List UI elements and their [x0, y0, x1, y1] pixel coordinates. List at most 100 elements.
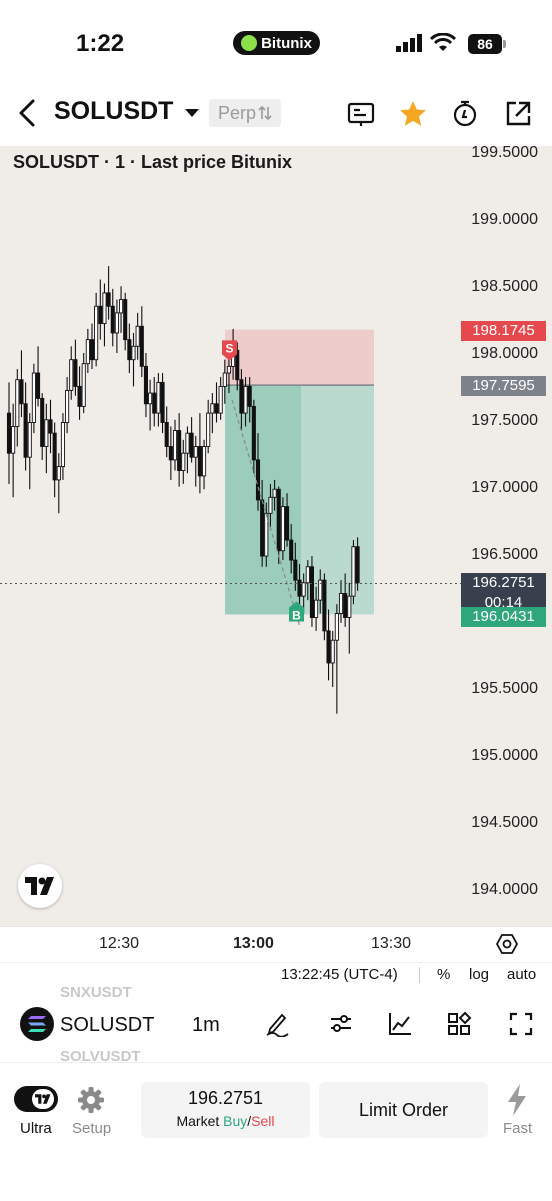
buy-text: Buy	[223, 1113, 248, 1129]
entry-price-label[interactable]: 197.7595	[461, 376, 546, 396]
price-tick: 195.5000	[471, 680, 538, 697]
fullscreen-icon[interactable]	[508, 1011, 534, 1037]
candle-body	[40, 397, 45, 447]
interval-selector[interactable]: 1m	[192, 1014, 220, 1037]
cell-signal-icon	[396, 34, 422, 52]
candle-body	[193, 446, 198, 458]
battery-indicator: 86	[468, 34, 502, 54]
candle-body	[94, 305, 99, 361]
log-toggle[interactable]: log	[469, 966, 489, 983]
candle-body	[264, 512, 269, 557]
candle-body	[23, 403, 28, 458]
symbol-title[interactable]: SOLUSDT	[54, 97, 173, 126]
time-tick: 13:00	[233, 935, 274, 952]
price-tick: 194.0000	[471, 881, 538, 898]
candlestick-plot[interactable]: SB	[0, 146, 552, 926]
candle-body	[239, 379, 244, 414]
drawing-pen-icon[interactable]	[264, 1011, 290, 1037]
candle-body	[206, 412, 211, 447]
price-tick: 196.5000	[471, 546, 538, 563]
take-profit-price-label[interactable]: 196.0431	[461, 607, 546, 627]
candle-body	[19, 379, 24, 405]
candle-body	[148, 392, 153, 405]
chart-legend: SOLUSDT · 1 · Last price Bitunix	[13, 152, 293, 172]
candle-body	[222, 372, 227, 387]
solana-logo-icon	[20, 1007, 54, 1041]
tradingview-toggle-icon[interactable]	[32, 1089, 54, 1109]
candle-body	[289, 539, 294, 561]
gear-icon[interactable]	[77, 1086, 105, 1114]
percent-toggle[interactable]: %	[437, 966, 450, 983]
market-buy-sell-button[interactable]: 196.2751 Market Buy/Sell	[141, 1082, 310, 1138]
candle-body	[110, 305, 115, 334]
limit-order-button[interactable]: Limit Order	[319, 1082, 488, 1138]
candle-body	[177, 430, 182, 472]
candle-body	[185, 432, 190, 454]
contract-type-toggle[interactable]: Perp	[209, 99, 281, 127]
wifi-icon	[430, 33, 456, 51]
candle-body	[189, 432, 194, 458]
candle-body	[226, 365, 232, 374]
candle-body	[56, 466, 61, 481]
candle-body	[330, 639, 335, 664]
lightning-icon[interactable]	[505, 1084, 529, 1116]
candle-body	[106, 292, 111, 307]
toolbar-symbol[interactable]: SOLUSDT	[60, 1014, 154, 1037]
candle-body	[285, 506, 290, 541]
timer-icon[interactable]	[450, 99, 480, 129]
stop-loss-price-label[interactable]: 198.1745	[461, 321, 546, 341]
battery-tip	[503, 40, 506, 48]
setup-label: Setup	[72, 1120, 112, 1137]
candle-body	[85, 339, 90, 365]
market-buy-sell-label: Market Buy/Sell	[141, 1113, 310, 1129]
chart-line-icon[interactable]	[387, 1011, 413, 1037]
share-icon[interactable]	[503, 99, 533, 129]
sell-text: Sell	[251, 1113, 275, 1129]
candle-body	[6, 412, 12, 454]
candle-body	[135, 325, 140, 347]
caret-down-icon[interactable]	[184, 107, 200, 119]
axis-settings-icon[interactable]	[496, 933, 518, 955]
candle-body	[172, 430, 178, 461]
candle-body	[322, 579, 327, 632]
tradingview-logo-icon[interactable]	[18, 864, 62, 908]
swap-icon	[258, 105, 272, 121]
candle-body	[156, 381, 161, 414]
price-tick: 198.5000	[471, 278, 538, 295]
layout-grid-icon[interactable]	[446, 1011, 472, 1037]
price-tick: 195.0000	[471, 747, 538, 764]
candle-body	[89, 339, 95, 361]
candle-body	[272, 488, 277, 498]
candle-body	[60, 422, 65, 468]
star-icon[interactable]	[398, 99, 428, 129]
candle-body	[260, 499, 265, 557]
buy-marker-label: B	[292, 609, 301, 623]
back-icon[interactable]	[16, 98, 38, 128]
candle-body	[160, 381, 165, 423]
candle-body	[301, 582, 306, 597]
price-tick: 194.5000	[471, 814, 538, 831]
chart-timestamp: 13:22:45 (UTC-4)	[281, 966, 398, 983]
symbol-picker-prev[interactable]: SNXUSDT	[60, 984, 132, 1001]
candle-body	[305, 566, 310, 584]
time-tick: 13:30	[371, 935, 412, 952]
contract-type-label: Perp	[217, 102, 257, 123]
candle-body	[11, 426, 16, 454]
candle-body	[52, 432, 57, 481]
market-price: 196.2751	[187, 1088, 264, 1108]
candle-body	[152, 392, 157, 414]
time-axis[interactable]	[0, 926, 552, 963]
candle-body	[27, 422, 32, 458]
candle-body	[276, 488, 281, 552]
leaf-icon	[241, 35, 258, 51]
candle-body	[210, 403, 215, 414]
auto-toggle[interactable]: auto	[507, 966, 536, 983]
candle-body	[168, 446, 173, 461]
indicator-settings-icon[interactable]	[328, 1011, 354, 1037]
candle-body	[114, 312, 119, 334]
carrier-pill-label: Bitunix	[261, 34, 312, 52]
note-icon[interactable]	[346, 99, 376, 129]
candle-body	[197, 446, 202, 477]
candle-body	[314, 599, 319, 618]
stop-loss-zone	[225, 329, 374, 386]
